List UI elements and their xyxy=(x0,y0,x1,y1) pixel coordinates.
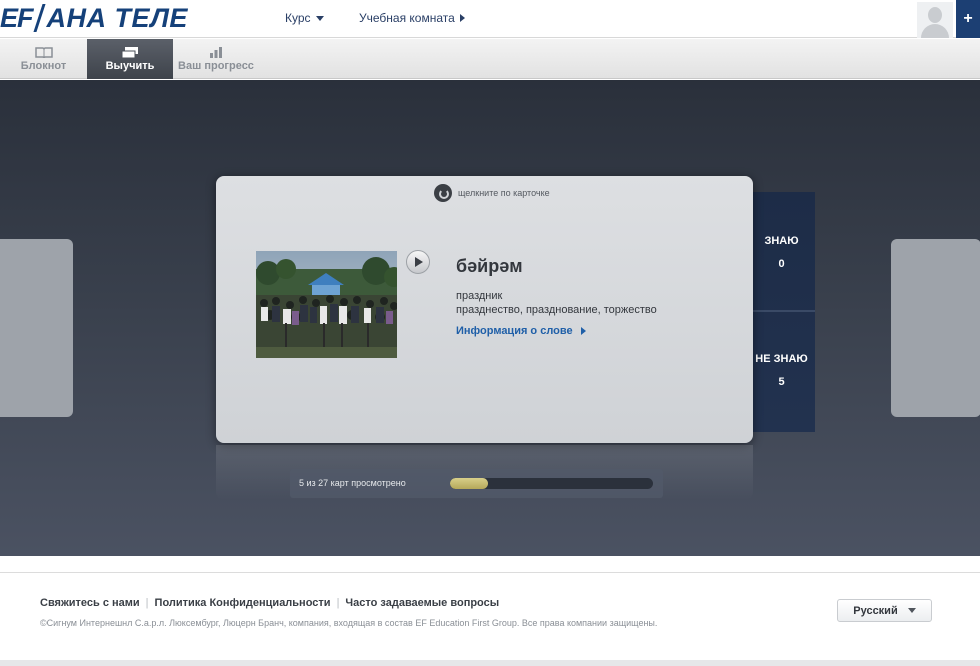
tab-learn-label: Выучить xyxy=(105,60,155,72)
flip-hint-text: щелкните по карточке xyxy=(458,188,550,198)
previous-card[interactable] xyxy=(0,239,73,417)
avatar-body-shape xyxy=(921,24,949,38)
word-info-label: Информация о слове xyxy=(456,325,573,337)
next-card[interactable] xyxy=(891,239,980,417)
chevron-down-icon xyxy=(907,608,916,613)
chevron-down-icon xyxy=(315,15,324,21)
flashcard-stage: ЗНАЮ 0 НЕ ЗНАЮ 5 щелкните по карточке бә… xyxy=(0,80,980,556)
language-select[interactable]: Русский xyxy=(837,599,932,622)
play-audio-button[interactable] xyxy=(406,250,430,274)
dont-know-count: 5 xyxy=(778,376,785,388)
chevron-right-icon xyxy=(580,327,586,335)
word-photo xyxy=(256,251,397,358)
translation-primary: праздник xyxy=(456,290,503,302)
chevron-right-icon xyxy=(459,14,465,22)
add-button[interactable]: + xyxy=(956,0,980,38)
footer-separator: | xyxy=(336,597,340,609)
tab-notebook[interactable]: Блокнот xyxy=(0,39,87,79)
top-header: EF АНА ТЕЛЕ Курс Учебная комната + xyxy=(0,0,980,38)
notebook-icon xyxy=(34,46,53,58)
logo-product-name: АНА ТЕЛЕ xyxy=(46,2,188,33)
privacy-policy-link[interactable]: Политика Конфиденциальности xyxy=(155,597,331,609)
nav-study-room-label: Учебная комната xyxy=(359,11,455,25)
nav-study-room[interactable]: Учебная комната xyxy=(359,11,465,25)
tab-learn[interactable]: Выучить xyxy=(87,39,173,79)
faq-link[interactable]: Часто задаваемые вопросы xyxy=(345,597,499,609)
logo-separator xyxy=(32,4,46,32)
dont-know-label: НЕ ЗНАЮ xyxy=(755,353,808,365)
copyright-text: ©Сигнум Интернешнл С.а.р.л. Люксембург, … xyxy=(40,618,658,628)
progress-bar xyxy=(450,478,653,489)
translation-secondary: празднество, празднование, торжество xyxy=(456,304,657,316)
nav-course-label: Курс xyxy=(285,11,311,25)
avatar-head-shape xyxy=(928,7,942,23)
progress-bar-fill xyxy=(450,478,488,489)
progress-box: 5 из 27 карт просмотрено xyxy=(290,469,663,498)
language-select-value: Русский xyxy=(853,604,898,617)
word-info-link[interactable]: Информация о слове xyxy=(456,325,586,337)
tab-progress[interactable]: Ваш прогресс xyxy=(173,39,259,79)
contact-us-link[interactable]: Свяжитесь с нами xyxy=(40,597,140,609)
card-translation: праздник празднество, празднование, торж… xyxy=(456,289,657,317)
cards-icon xyxy=(121,46,139,58)
logo-ef-mark: EF xyxy=(0,2,34,33)
flashcard[interactable]: щелкните по карточке бәйрәм праздник пра… xyxy=(216,176,753,443)
play-icon xyxy=(415,257,423,267)
know-label: ЗНАЮ xyxy=(764,235,799,247)
tab-progress-label: Ваш прогресс xyxy=(178,60,254,72)
progress-text: 5 из 27 карт просмотрено xyxy=(299,478,406,488)
nav-course[interactable]: Курс xyxy=(285,11,324,25)
bar-chart-icon xyxy=(208,46,224,58)
card-word: бәйрәм xyxy=(456,256,523,276)
footer-links: Свяжитесь с нами | Политика Конфиденциал… xyxy=(40,597,499,609)
score-panel: ЗНАЮ 0 НЕ ЗНАЮ 5 xyxy=(748,192,815,432)
learning-tabs: Блокнот Выучить Ваш прогресс xyxy=(0,39,980,79)
avatar[interactable] xyxy=(917,2,953,38)
know-button[interactable]: ЗНАЮ 0 xyxy=(748,192,815,310)
footer-separator: | xyxy=(145,597,149,609)
footer: Свяжитесь с нами | Политика Конфиденциал… xyxy=(0,572,980,666)
flip-hint: щелкните по карточке xyxy=(434,184,550,202)
ef-logo[interactable]: EF АНА ТЕЛЕ xyxy=(0,3,188,33)
tab-notebook-label: Блокнот xyxy=(20,60,67,72)
bottom-strip xyxy=(0,660,980,666)
dont-know-button[interactable]: НЕ ЗНАЮ 5 xyxy=(748,312,815,432)
flip-icon xyxy=(434,184,452,202)
know-count: 0 xyxy=(778,258,785,270)
